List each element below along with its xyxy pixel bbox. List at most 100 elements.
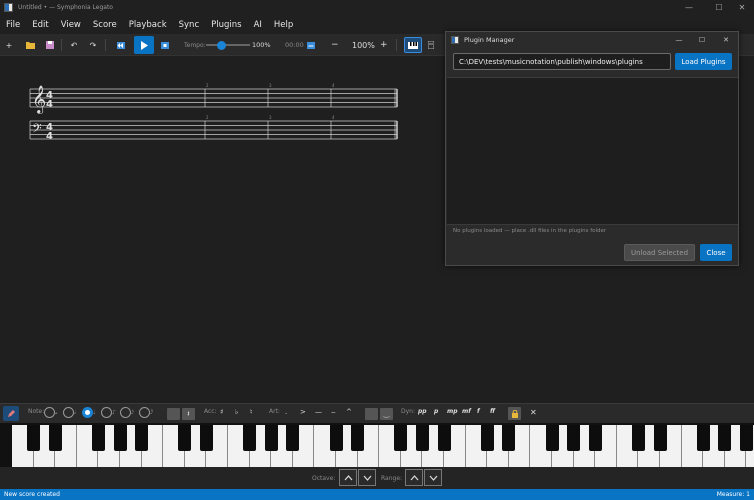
close-icon[interactable]: ✕ xyxy=(530,408,537,417)
zoom-in-button[interactable]: + xyxy=(380,38,388,52)
piano-black-key[interactable] xyxy=(696,425,710,451)
piano-black-key[interactable] xyxy=(286,425,300,451)
bass-clef-icon: 𝄢 xyxy=(32,121,42,139)
metronome-icon[interactable] xyxy=(306,38,316,52)
dyn-ff-button[interactable]: ff xyxy=(490,408,495,415)
mixer-icon[interactable] xyxy=(426,38,436,52)
octave-up-button[interactable] xyxy=(339,469,357,486)
sharp-button[interactable]: ♯ xyxy=(220,408,223,416)
zoom-out-button[interactable]: − xyxy=(331,38,339,52)
plugins-path-input[interactable] xyxy=(453,53,671,70)
piano-black-key[interactable] xyxy=(329,425,343,451)
art-label: Art: xyxy=(269,408,280,415)
piano-black-key[interactable] xyxy=(502,425,516,451)
tie-toggle[interactable] xyxy=(365,408,378,420)
menu-plugins[interactable]: Plugins xyxy=(205,20,247,30)
piano-black-key[interactable] xyxy=(48,425,62,451)
dyn-p-button[interactable]: p xyxy=(434,408,438,415)
lock-icon[interactable] xyxy=(508,407,521,420)
marcato-button[interactable]: ^ xyxy=(346,408,352,416)
rest-toggle[interactable] xyxy=(167,408,180,420)
close-window-button[interactable]: ✕ xyxy=(730,0,754,15)
menu-ai[interactable]: AI xyxy=(248,20,268,30)
note-radio-eighth[interactable] xyxy=(101,407,112,418)
piano-black-key[interactable] xyxy=(264,425,278,451)
accent-button[interactable]: > xyxy=(300,408,306,416)
menu-sync[interactable]: Sync xyxy=(173,20,206,30)
piano-black-key[interactable] xyxy=(135,425,149,451)
piano-black-key[interactable] xyxy=(415,425,429,451)
pencil-icon[interactable] xyxy=(3,406,19,421)
piano-black-key[interactable] xyxy=(437,425,451,451)
open-folder-icon[interactable] xyxy=(24,38,36,52)
piano-black-key[interactable] xyxy=(178,425,192,451)
flat-button[interactable]: ♭ xyxy=(235,408,238,416)
staccato-button[interactable]: . xyxy=(285,408,287,416)
menu-help[interactable]: Help xyxy=(268,20,299,30)
piano-black-key[interactable] xyxy=(91,425,105,451)
piano-black-key[interactable] xyxy=(113,425,127,451)
rest-icon[interactable]: 𝄽 xyxy=(182,408,195,420)
natural-button[interactable]: ♮ xyxy=(250,408,253,416)
tempo-slider[interactable] xyxy=(206,38,250,52)
note-radio-sixteenth[interactable] xyxy=(120,407,131,418)
minimize-button[interactable]: — xyxy=(674,0,704,15)
piano-black-key[interactable] xyxy=(480,425,494,451)
plugin-list[interactable] xyxy=(447,77,738,225)
piano-black-key[interactable] xyxy=(739,425,753,451)
dyn-pp-button[interactable]: pp xyxy=(418,408,427,415)
piano-black-key[interactable] xyxy=(27,425,41,451)
dialog-minimize-button[interactable]: — xyxy=(668,32,690,48)
piano-black-key[interactable] xyxy=(631,425,645,451)
piano-black-key[interactable] xyxy=(351,425,365,451)
range-down-button[interactable] xyxy=(424,469,442,486)
undo-icon[interactable]: ↶ xyxy=(68,38,80,52)
piano-black-key[interactable] xyxy=(243,425,257,451)
zoom-value: 100% xyxy=(352,40,375,50)
note-radio-quarter[interactable] xyxy=(82,407,93,418)
dialog-maximize-button[interactable]: ☐ xyxy=(691,32,713,48)
window-title: Untitled • — Symphonia Legato xyxy=(18,4,113,11)
piano-toggle-icon[interactable] xyxy=(404,37,422,53)
measure-number: 4 xyxy=(332,83,335,88)
octave-down-button[interactable] xyxy=(358,469,376,486)
piano-black-key[interactable] xyxy=(394,425,408,451)
menu-score[interactable]: Score xyxy=(87,20,123,30)
dyn-mf-button[interactable]: mf xyxy=(462,408,471,415)
play-button[interactable] xyxy=(134,36,154,54)
dyn-f-button[interactable]: f xyxy=(477,408,480,415)
piano-black-key[interactable] xyxy=(199,425,213,451)
unload-selected-button[interactable]: Unload Selected xyxy=(624,244,695,261)
menu-file[interactable]: File xyxy=(0,20,26,30)
dialog-close-button[interactable]: ✕ xyxy=(715,32,737,48)
fermata-button[interactable]: ⌢ xyxy=(331,408,336,417)
note-radio-thirtysecond[interactable] xyxy=(139,407,150,418)
note-radio-half[interactable] xyxy=(63,407,74,418)
piano-black-key[interactable] xyxy=(653,425,667,451)
dialog-close-action-button[interactable]: Close xyxy=(700,244,732,261)
eighth-note-icon: ♪ xyxy=(112,409,116,416)
piano-black-key[interactable] xyxy=(588,425,602,451)
piano-black-key[interactable] xyxy=(567,425,581,451)
plugin-manager-dialog: Plugin Manager — ☐ ✕ Load Plugins No plu… xyxy=(445,31,739,266)
piano-black-key[interactable] xyxy=(718,425,732,451)
new-file-icon[interactable]: + xyxy=(4,38,14,52)
load-plugins-button[interactable]: Load Plugins xyxy=(675,53,732,70)
tenuto-button[interactable]: — xyxy=(315,408,322,416)
save-icon[interactable] xyxy=(44,38,56,52)
menu-view[interactable]: View xyxy=(55,20,87,30)
piano-keyboard[interactable] xyxy=(0,423,754,467)
range-up-button[interactable] xyxy=(405,469,423,486)
dyn-mp-button[interactable]: mp xyxy=(447,408,458,415)
measure-number: 3 xyxy=(269,83,272,88)
note-radio-whole[interactable] xyxy=(44,407,55,418)
menu-playback[interactable]: Playback xyxy=(123,20,173,30)
redo-icon[interactable]: ↷ xyxy=(87,38,99,52)
rewind-icon[interactable] xyxy=(115,38,127,52)
treble-time-sig-bottom: 4 xyxy=(46,99,53,110)
slur-icon[interactable]: ‿ xyxy=(380,408,393,420)
stop-icon[interactable] xyxy=(159,38,171,52)
menu-edit[interactable]: Edit xyxy=(26,20,54,30)
app-icon xyxy=(4,3,13,12)
piano-black-key[interactable] xyxy=(545,425,559,451)
